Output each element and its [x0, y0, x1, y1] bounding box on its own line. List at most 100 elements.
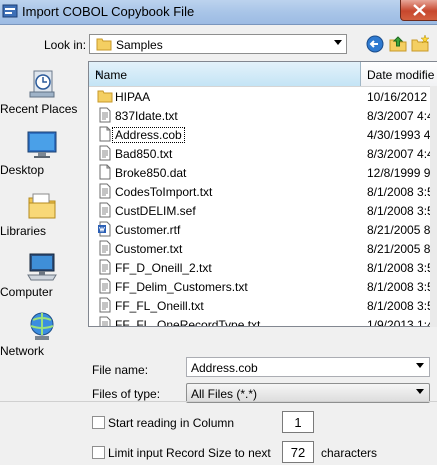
place-label: Network	[0, 344, 45, 358]
text-file-icon	[99, 278, 111, 294]
close-icon	[413, 4, 426, 16]
folder-icon	[97, 90, 113, 103]
file-name: Customer.txt	[115, 242, 183, 256]
file-name: FF_FL_Oneill.txt	[115, 299, 204, 313]
column-header-name[interactable]: ▲ Name	[89, 62, 361, 86]
file-row[interactable]: FF_Delim_Customers.txt 8/1/2008 3:51	[89, 277, 437, 296]
text-file-icon	[99, 259, 111, 275]
file-row[interactable]: Customer.rtf 8/21/2005 8:4	[89, 220, 437, 239]
up-folder-button[interactable]	[387, 33, 409, 55]
word-document-icon	[98, 221, 111, 237]
file-name: Customer.rtf	[115, 223, 181, 237]
text-file-icon	[99, 183, 111, 199]
up-folder-icon	[389, 36, 407, 52]
filetype-label: Files of type:	[92, 387, 161, 401]
file-row[interactable]: HIPAA 10/16/2012 2:	[89, 87, 437, 106]
file-date: 10/16/2012 2:	[367, 90, 437, 104]
window-title: Import COBOL Copybook File	[22, 4, 195, 19]
lookin-label: Look in:	[44, 38, 87, 52]
text-file-icon	[99, 202, 111, 218]
file-row[interactable]: 837Idate.txt 8/3/2007 4:43	[89, 106, 437, 125]
file-date: 8/1/2008 3:51	[367, 261, 437, 275]
filetype-dropdown[interactable]: All Files (*.*)	[186, 383, 430, 403]
file-name: 837Idate.txt	[115, 109, 178, 123]
file-row[interactable]: CodesToImport.txt 8/1/2008 3:51	[89, 182, 437, 201]
text-file-icon	[99, 297, 111, 313]
file-name: Broke850.dat	[115, 166, 187, 180]
text-file-icon	[99, 145, 111, 161]
place-computer[interactable]: Computer	[0, 251, 84, 299]
file-name: Address.cob	[112, 127, 185, 143]
file-date: 8/3/2007 4:43	[367, 147, 437, 161]
start-column-input[interactable]: 1	[282, 411, 314, 433]
column-date-label: Date modifie	[367, 68, 435, 82]
column-name-label: Name	[95, 68, 128, 82]
file-date: 8/21/2005 8:4	[367, 223, 437, 237]
libraries-icon	[28, 193, 56, 219]
file-row[interactable]: Bad850.txt 8/3/2007 4:43	[89, 144, 437, 163]
file-date: 8/3/2007 4:43	[367, 109, 437, 123]
record-size-input[interactable]: 72	[282, 441, 314, 463]
file-name: FF_FL_OneRecordType.txt	[115, 318, 261, 327]
place-desktop[interactable]: Desktop	[0, 129, 84, 177]
network-icon	[30, 312, 54, 340]
place-recent-places[interactable]: Recent Places	[0, 68, 84, 116]
vertical-scrollbar[interactable]	[430, 86, 437, 327]
file-date: 8/1/2008 3:51	[367, 204, 437, 218]
place-label: Computer	[0, 285, 53, 299]
file-row[interactable]: FF_FL_Oneill.txt 8/1/2008 3:51	[89, 296, 437, 315]
file-date: 8/1/2008 3:51	[367, 185, 437, 199]
desktop-icon	[27, 131, 57, 158]
file-name: Bad850.txt	[115, 147, 173, 161]
place-label: Desktop	[0, 163, 45, 177]
file-row[interactable]: Customer.txt 8/21/2005 8:4	[89, 239, 437, 258]
back-arrow-icon	[366, 35, 384, 53]
app-icon	[2, 4, 18, 18]
place-network[interactable]: Network	[0, 310, 84, 358]
filename-field[interactable]: Address.cob	[186, 357, 430, 377]
file-name: FF_D_Oneill_2.txt	[115, 261, 212, 275]
text-file-icon	[99, 316, 111, 326]
new-folder-button[interactable]	[409, 33, 431, 55]
place-libraries[interactable]: Libraries	[0, 190, 84, 238]
text-file-icon	[99, 107, 111, 123]
file-list[interactable]: ▲ Name Date modifie HIPAA 10/16/2012 2: 83…	[88, 61, 437, 327]
file-name: CustDELIM.sef	[115, 204, 196, 218]
folder-icon	[96, 38, 112, 51]
file-row[interactable]: FF_FL_OneRecordType.txt 1/9/2013 1:40	[89, 315, 437, 327]
place-label: Libraries	[0, 224, 47, 238]
chevron-down-icon	[334, 40, 342, 45]
filetype-value: All Files (*.*)	[191, 387, 258, 401]
file-name: HIPAA	[115, 90, 151, 104]
file-row[interactable]: CustDELIM.sef 8/1/2008 3:51	[89, 201, 437, 220]
file-name: CodesToImport.txt	[115, 185, 213, 199]
limit-record-checkbox[interactable]	[92, 446, 105, 459]
file-date: 8/1/2008 3:51	[367, 299, 437, 313]
file-date: 4/30/1993 4:2	[367, 128, 437, 142]
file-icon	[99, 126, 111, 142]
recent-places-icon	[29, 70, 55, 98]
lookin-value: Samples	[116, 38, 163, 52]
back-button[interactable]	[364, 33, 386, 55]
file-icon	[99, 164, 111, 180]
new-folder-icon	[411, 34, 430, 52]
place-label: Recent Places	[0, 102, 78, 116]
file-row[interactable]: FF_D_Oneill_2.txt 8/1/2008 3:51	[89, 258, 437, 277]
start-reading-checkbox[interactable]	[92, 416, 105, 429]
limit-record-label: Limit input Record Size to next	[108, 446, 271, 460]
filename-value: Address.cob	[191, 361, 258, 375]
close-button[interactable]	[400, 0, 437, 21]
text-file-icon	[99, 240, 111, 256]
file-date: 1/9/2013 1:40	[367, 318, 437, 327]
characters-label: characters	[321, 446, 378, 460]
file-name: FF_Delim_Customers.txt	[115, 280, 248, 294]
chevron-down-icon	[416, 389, 424, 394]
file-date: 12/8/1999 9:3	[367, 166, 437, 180]
file-row[interactable]: Broke850.dat 12/8/1999 9:3	[89, 163, 437, 182]
computer-icon	[27, 253, 57, 281]
places-bar: Recent Places Desktop Libraries Computer	[0, 62, 84, 362]
file-list-header: ▲ Name Date modifie	[89, 62, 437, 87]
file-row[interactable]: Address.cob 4/30/1993 4:2	[89, 125, 437, 144]
lookin-dropdown[interactable]: Samples	[89, 34, 347, 54]
divider	[0, 401, 437, 402]
